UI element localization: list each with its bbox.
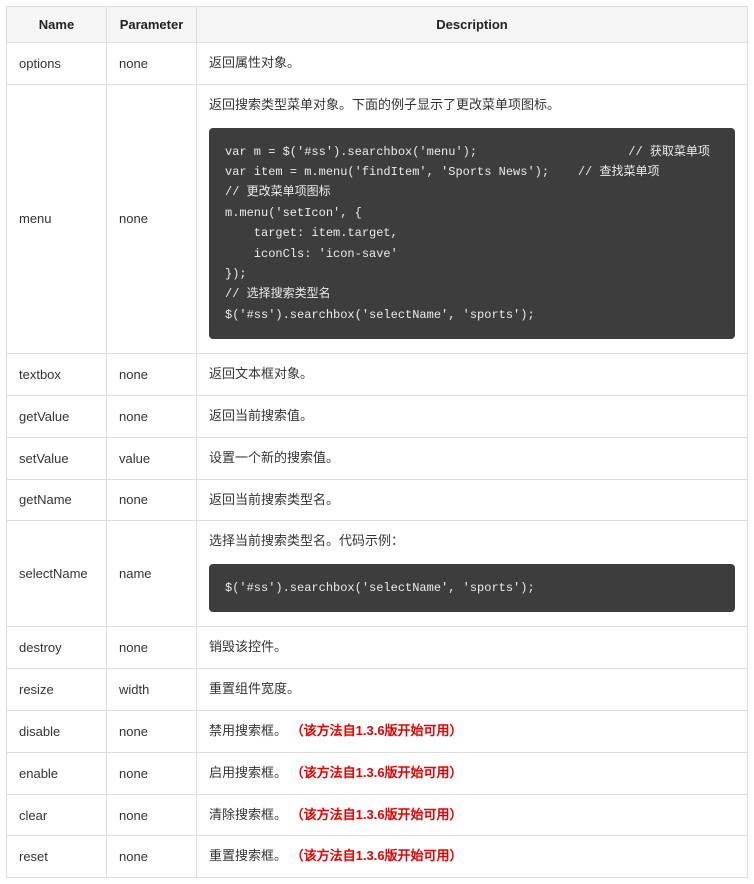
cell-parameter: value bbox=[107, 437, 197, 479]
cell-description: 禁用搜索框。 （该方法自1.3.6版开始可用） bbox=[197, 711, 748, 753]
version-note: （该方法自1.3.6版开始可用） bbox=[291, 723, 463, 738]
cell-name: resize bbox=[7, 669, 107, 711]
description-text: 返回搜索类型菜单对象。下面的例子显示了更改菜单项图标。 bbox=[209, 97, 560, 112]
version-note: （该方法自1.3.6版开始可用） bbox=[291, 848, 463, 863]
description-text: 返回文本框对象。 bbox=[209, 366, 313, 381]
code-block: var m = $('#ss').searchbox('menu'); // 获… bbox=[209, 128, 735, 340]
cell-name: getValue bbox=[7, 395, 107, 437]
description-text: 禁用搜索框。 bbox=[209, 723, 287, 738]
cell-name: selectName bbox=[7, 521, 107, 627]
cell-description: 返回属性对象。 bbox=[197, 43, 748, 85]
description-text: 启用搜索框。 bbox=[209, 765, 287, 780]
table-row: destroynone 销毁该控件。 bbox=[7, 627, 748, 669]
description-text: 重置搜索框。 bbox=[209, 848, 287, 863]
table-row: getNamenone 返回当前搜索类型名。 bbox=[7, 479, 748, 521]
cell-description: 重置搜索框。 （该方法自1.3.6版开始可用） bbox=[197, 836, 748, 878]
cell-description: 返回当前搜索类型名。 bbox=[197, 479, 748, 521]
description-text: 选择当前搜索类型名。代码示例： bbox=[209, 533, 404, 548]
cell-name: destroy bbox=[7, 627, 107, 669]
table-row: resizewidth 重置组件宽度。 bbox=[7, 669, 748, 711]
cell-name: menu bbox=[7, 84, 107, 353]
description-text: 销毁该控件。 bbox=[209, 639, 287, 654]
table-row: disablenone禁用搜索框。 （该方法自1.3.6版开始可用） bbox=[7, 711, 748, 753]
table-row: selectNamename 选择当前搜索类型名。代码示例： $('#ss').se… bbox=[7, 521, 748, 627]
cell-description: 启用搜索框。 （该方法自1.3.6版开始可用） bbox=[197, 752, 748, 794]
cell-name: textbox bbox=[7, 354, 107, 396]
cell-parameter: none bbox=[107, 711, 197, 753]
description-text: 重置组件宽度。 bbox=[209, 681, 300, 696]
table-row: enablenone启用搜索框。 （该方法自1.3.6版开始可用） bbox=[7, 752, 748, 794]
table-header-row: Name Parameter Description bbox=[7, 7, 748, 43]
cell-name: reset bbox=[7, 836, 107, 878]
cell-name: clear bbox=[7, 794, 107, 836]
header-description: Description bbox=[197, 7, 748, 43]
cell-description: 重置组件宽度。 bbox=[197, 669, 748, 711]
cell-parameter: none bbox=[107, 627, 197, 669]
cell-name: options bbox=[7, 43, 107, 85]
table-row: menunone 返回搜索类型菜单对象。下面的例子显示了更改菜单项图标。 var m… bbox=[7, 84, 748, 353]
version-note: （该方法自1.3.6版开始可用） bbox=[291, 765, 463, 780]
cell-description: 清除搜索框。 （该方法自1.3.6版开始可用） bbox=[197, 794, 748, 836]
cell-description: 返回当前搜索值。 bbox=[197, 395, 748, 437]
cell-parameter: width bbox=[107, 669, 197, 711]
cell-parameter: name bbox=[107, 521, 197, 627]
header-parameter: Parameter bbox=[107, 7, 197, 43]
cell-parameter: none bbox=[107, 479, 197, 521]
header-name: Name bbox=[7, 7, 107, 43]
cell-parameter: none bbox=[107, 794, 197, 836]
cell-description: 设置一个新的搜索值。 bbox=[197, 437, 748, 479]
table-row: resetnone重置搜索框。 （该方法自1.3.6版开始可用） bbox=[7, 836, 748, 878]
version-note: （该方法自1.3.6版开始可用） bbox=[291, 807, 463, 822]
cell-description: 返回搜索类型菜单对象。下面的例子显示了更改菜单项图标。 var m = $('#s… bbox=[197, 84, 748, 353]
methods-table: Name Parameter Description optionsnone返回… bbox=[6, 6, 748, 878]
table-row: getValuenone 返回当前搜索值。 bbox=[7, 395, 748, 437]
cell-description: 选择当前搜索类型名。代码示例： $('#ss').searchbox('selec… bbox=[197, 521, 748, 627]
cell-description: 销毁该控件。 bbox=[197, 627, 748, 669]
description-text: 返回当前搜索类型名。 bbox=[209, 492, 339, 507]
description-text: 返回当前搜索值。 bbox=[209, 408, 313, 423]
table-row: clearnone清除搜索框。 （该方法自1.3.6版开始可用） bbox=[7, 794, 748, 836]
cell-name: disable bbox=[7, 711, 107, 753]
cell-description: 返回文本框对象。 bbox=[197, 354, 748, 396]
cell-parameter: none bbox=[107, 354, 197, 396]
cell-name: setValue bbox=[7, 437, 107, 479]
code-block: $('#ss').searchbox('selectName', 'sports… bbox=[209, 564, 735, 612]
table-row: textboxnone 返回文本框对象。 bbox=[7, 354, 748, 396]
cell-name: enable bbox=[7, 752, 107, 794]
cell-name: getName bbox=[7, 479, 107, 521]
cell-parameter: none bbox=[107, 43, 197, 85]
description-text: 返回属性对象。 bbox=[209, 55, 300, 70]
table-row: optionsnone 返回属性对象。 bbox=[7, 43, 748, 85]
cell-parameter: none bbox=[107, 84, 197, 353]
description-text: 清除搜索框。 bbox=[209, 807, 287, 822]
description-text: 设置一个新的搜索值。 bbox=[209, 450, 339, 465]
cell-parameter: none bbox=[107, 752, 197, 794]
table-row: setValuevalue 设置一个新的搜索值。 bbox=[7, 437, 748, 479]
cell-parameter: none bbox=[107, 395, 197, 437]
cell-parameter: none bbox=[107, 836, 197, 878]
